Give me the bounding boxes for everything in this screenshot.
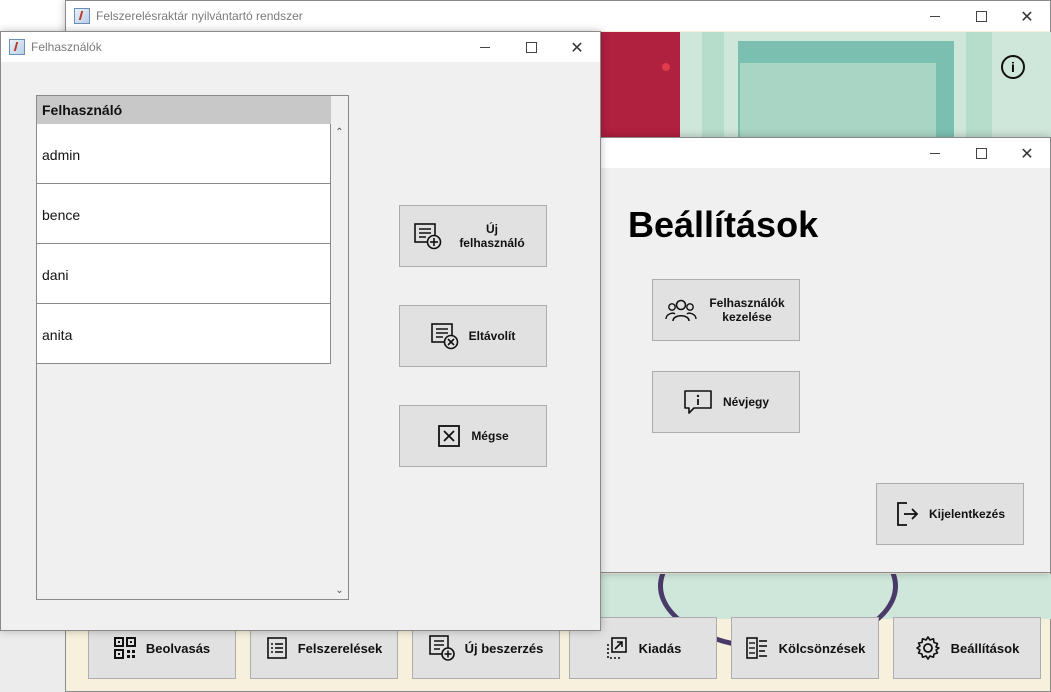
illustration-stripe	[702, 32, 724, 137]
users-window-title: Felhasználók	[31, 40, 102, 54]
users-group-icon	[665, 299, 697, 322]
illustration-dot	[662, 63, 670, 71]
scroll-down-arrow-icon[interactable]: ⌄	[331, 582, 348, 599]
remove-list-icon	[430, 323, 458, 350]
info-circle-icon[interactable]: i	[1001, 55, 1025, 79]
main-titlebar[interactable]: Felszerelésraktár nyilvántartó rendszer …	[66, 1, 1050, 31]
about-button[interactable]: Névjegy	[652, 371, 800, 433]
settings-nav-button[interactable]: Beállítások	[893, 617, 1041, 679]
minimize-button[interactable]	[462, 32, 508, 62]
illustration-teal-inner	[740, 63, 936, 137]
settings-nav-button-label: Beállítások	[950, 640, 1020, 656]
illustration-red-block	[601, 32, 680, 137]
close-button[interactable]: ✕	[1004, 138, 1050, 168]
logout-button[interactable]: Kijelentkezés	[876, 483, 1024, 545]
maximize-button[interactable]	[958, 138, 1004, 168]
export-icon	[606, 637, 627, 659]
logout-label: Kijelentkezés	[928, 507, 1006, 521]
minimize-button[interactable]	[912, 1, 958, 31]
loans-icon	[745, 637, 767, 659]
add-list-icon	[414, 223, 442, 250]
close-button[interactable]: ✕	[554, 32, 600, 62]
table-scrollbar[interactable]: ⌃ ⌄	[331, 124, 348, 599]
maximize-button[interactable]	[508, 32, 554, 62]
remove-button[interactable]: Eltávolít	[399, 305, 547, 367]
users-column-header[interactable]: Felhasználó	[37, 96, 331, 124]
qr-code-icon	[113, 637, 136, 659]
users-table[interactable]: Felhasználó admin bence dani anita ⌃ ⌄	[36, 95, 349, 600]
table-row-dani[interactable]: dani	[37, 244, 331, 304]
about-label: Névjegy	[722, 395, 770, 409]
loans-button[interactable]: Kölcsönzések	[731, 617, 879, 679]
add-list-icon	[428, 635, 455, 661]
main-window-title: Felszerelésraktár nyilvántartó rendszer	[96, 9, 303, 23]
maximize-button[interactable]	[958, 1, 1004, 31]
new-purchase-button-label: Új beszerzés	[464, 640, 544, 656]
remove-label: Eltávolít	[468, 329, 516, 343]
minimize-button[interactable]	[912, 138, 958, 168]
issue-button-label: Kiadás	[638, 640, 682, 656]
illustration-stripe-right	[966, 32, 992, 137]
settings-heading: Beállítások	[628, 204, 819, 245]
settings-titlebar[interactable]: ✕	[601, 138, 1050, 168]
desktop-strip	[0, 631, 65, 692]
manage-users-button[interactable]: Felhasználók kezelése	[652, 279, 800, 341]
scroll-up-arrow-icon[interactable]: ⌃	[331, 124, 348, 141]
settings-window: ✕ Beállítások Felhasználók kezelése Névj…	[600, 137, 1051, 573]
table-row-bence[interactable]: bence	[37, 184, 331, 244]
new-user-label: Új felhasználó	[459, 222, 525, 250]
info-speech-bubble-icon	[684, 390, 712, 414]
gear-icon	[915, 636, 940, 660]
close-button[interactable]: ✕	[1004, 1, 1050, 31]
new-user-button[interactable]: Új felhasználó	[399, 205, 547, 267]
loans-button-label: Kölcsönzések	[778, 640, 866, 656]
table-row-anita[interactable]: anita	[37, 304, 331, 364]
list-icon	[266, 637, 287, 659]
table-row-admin[interactable]: admin	[37, 124, 331, 184]
java-app-icon	[74, 8, 90, 24]
users-window: Felhasználók ✕ Felhasználó admin bence d…	[0, 31, 601, 631]
java-app-icon	[9, 39, 25, 55]
scan-button-label: Beolvasás	[145, 640, 211, 656]
cancel-button[interactable]: Mégse	[399, 405, 547, 467]
users-titlebar[interactable]: Felhasználók ✕	[1, 32, 600, 62]
equipment-button-label: Felszerelések	[297, 640, 383, 656]
logout-icon	[897, 502, 919, 526]
manage-users-label: Felhasználók kezelése	[709, 296, 785, 324]
cancel-label: Mégse	[471, 429, 509, 443]
close-box-icon	[438, 425, 461, 447]
